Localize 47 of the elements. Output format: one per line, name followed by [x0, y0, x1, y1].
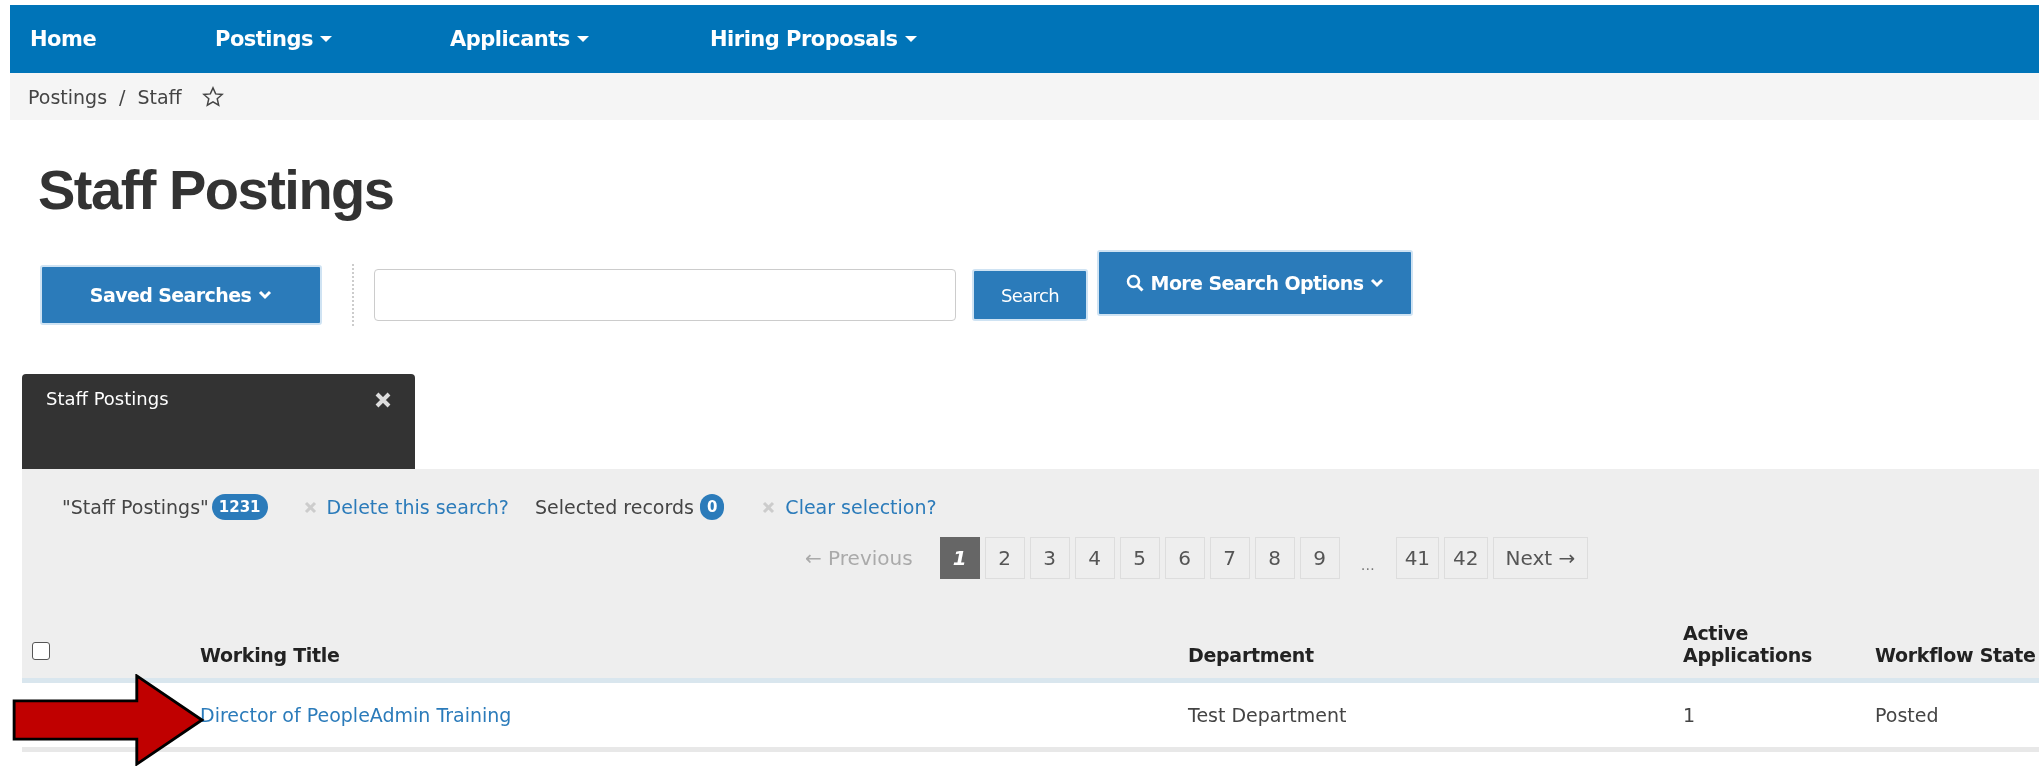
breadcrumb-link[interactable]: Staff: [137, 85, 182, 108]
nav-menu-item[interactable]: Applicants: [450, 27, 710, 51]
search-button[interactable]: Search: [972, 269, 1088, 321]
search-tab[interactable]: Staff Postings: [22, 374, 415, 469]
page-link[interactable]: 4: [1074, 537, 1115, 579]
close-icon[interactable]: [375, 392, 391, 408]
column-header[interactable]: Working Title: [200, 644, 1188, 678]
nav-menu-item[interactable]: Postings: [215, 27, 450, 51]
search-name: "Staff Postings": [62, 496, 209, 518]
next-page-link[interactable]: Next →: [1492, 537, 1589, 579]
nav-menu-item[interactable]: Hiring Proposals: [710, 27, 917, 51]
page-link[interactable]: 1: [939, 537, 980, 579]
page-link[interactable]: 3: [1029, 537, 1070, 579]
page-link[interactable]: 2: [984, 537, 1025, 579]
table-cell: 1: [1683, 704, 1696, 726]
column-header[interactable]: Department: [1188, 644, 1683, 678]
page-link[interactable]: 7: [1209, 537, 1250, 579]
search-field[interactable]: [374, 269, 956, 321]
selected-records-label: Selected records: [534, 496, 694, 518]
nav-menu-item[interactable]: Home: [30, 27, 215, 51]
clear-selection-link[interactable]: Clear selection?: [785, 496, 937, 518]
count-badge: 1231: [211, 494, 268, 520]
breadcrumb-separator: /: [119, 85, 126, 108]
chevron-down-icon: [258, 290, 273, 300]
page-title: Staff Postings: [38, 157, 395, 223]
table-cell: Test Department: [1188, 704, 1347, 726]
select-all-checkbox[interactable]: [32, 642, 50, 660]
search-tab-label: Staff Postings: [46, 388, 169, 409]
count-badge: 0: [699, 494, 725, 520]
breadcrumb-link[interactable]: Postings: [28, 85, 108, 108]
page-ellipsis: …: [1359, 557, 1376, 573]
delete-search-link[interactable]: Delete this search?: [326, 496, 509, 518]
table-cell: Posted: [1875, 704, 1939, 726]
search-icon: [1125, 274, 1144, 292]
column-header[interactable]: Workflow State: [1875, 644, 2039, 678]
column-header[interactable]: Active Applications: [1683, 622, 1813, 678]
page-link[interactable]: 41: [1395, 537, 1440, 579]
more-search-options-button[interactable]: More Search Options: [1097, 250, 1413, 316]
saved-searches-button[interactable]: Saved Searches: [40, 265, 322, 325]
star-icon[interactable]: [201, 85, 224, 108]
page-link[interactable]: 8: [1254, 537, 1295, 579]
chevron-down-icon: [1370, 278, 1385, 288]
page-link[interactable]: 6: [1164, 537, 1205, 579]
page-link[interactable]: 42: [1444, 537, 1488, 579]
page-link[interactable]: 9: [1299, 537, 1340, 579]
page-link[interactable]: 5: [1119, 537, 1160, 579]
posting-title-link[interactable]: Director of PeopleAdmin Training: [200, 704, 512, 726]
